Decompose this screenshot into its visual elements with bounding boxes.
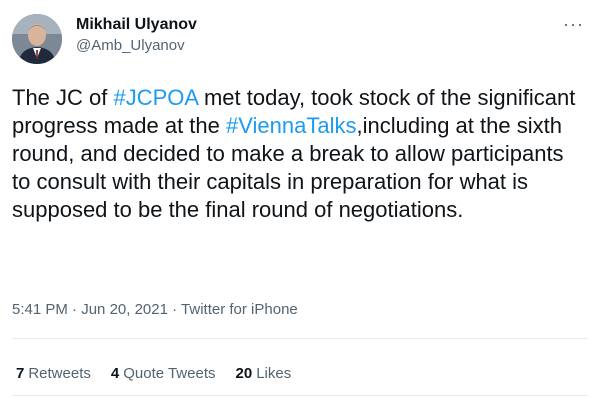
profile-photo-icon — [12, 14, 62, 64]
meta-separator: · — [72, 301, 78, 318]
likes-label: Likes — [256, 365, 292, 382]
hashtag-link-viennatalks[interactable]: #ViennaTalks — [226, 113, 356, 138]
engagement-stats: 7 Retweets 4 Quote Tweets 20 Likes — [16, 364, 291, 384]
quote-tweets-label: Quote Tweets — [123, 365, 216, 382]
retweets-stat[interactable]: 7 Retweets — [16, 364, 91, 384]
author-handle[interactable]: @Amb_Ulyanov — [76, 36, 197, 56]
likes-stat[interactable]: 20 Likes — [236, 364, 292, 384]
tweet-source[interactable]: Twitter for iPhone — [181, 301, 298, 318]
tweet-text: The JC of #JCPOA met today, took stock o… — [12, 84, 588, 224]
tweet-meta: 5:41 PM · Jun 20, 2021 · Twitter for iPh… — [12, 300, 298, 320]
tweet-header: Mikhail Ulyanov @Amb_Ulyanov ··· — [12, 12, 588, 72]
likes-count: 20 — [235, 365, 253, 382]
divider — [12, 338, 588, 339]
divider — [12, 395, 588, 396]
tweet-text-part: The JC of — [12, 85, 114, 110]
tweet-time[interactable]: 5:41 PM — [12, 301, 68, 318]
retweets-label: Retweets — [28, 365, 91, 382]
avatar[interactable] — [12, 14, 62, 64]
author-display-name[interactable]: Mikhail Ulyanov — [76, 14, 197, 36]
tweet-card: Mikhail Ulyanov @Amb_Ulyanov ··· The JC … — [0, 0, 600, 400]
quote-tweets-count: 4 — [110, 365, 120, 382]
tweet-date[interactable]: Jun 20, 2021 — [81, 301, 168, 318]
retweets-count: 7 — [16, 365, 25, 382]
author-names: Mikhail Ulyanov @Amb_Ulyanov — [76, 14, 197, 56]
hashtag-link-jcpoa[interactable]: #JCPOA — [113, 85, 197, 110]
quote-tweets-stat[interactable]: 4 Quote Tweets — [111, 364, 216, 384]
more-options-icon[interactable]: ··· — [563, 14, 584, 35]
meta-separator: · — [172, 301, 178, 318]
